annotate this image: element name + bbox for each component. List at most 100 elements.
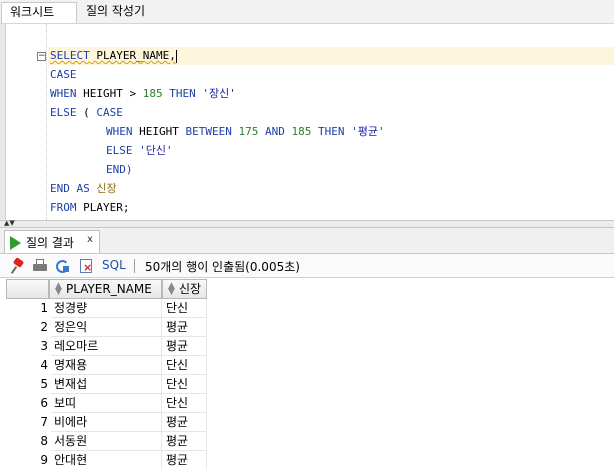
code-line-6: ELSE '단신' <box>106 142 173 160</box>
editor-gutter <box>0 24 6 220</box>
code-keyword: WHEN <box>50 87 77 100</box>
refresh-icon[interactable] <box>55 258 71 274</box>
tab-worksheet[interactable]: 워크시트 <box>1 2 77 23</box>
panel-splitter[interactable] <box>0 220 614 228</box>
code-line-4: ELSE ( CASE <box>50 104 123 122</box>
table-row[interactable]: 8 서동원 평균 <box>6 432 207 451</box>
sort-icon[interactable]: ▲ ▼ <box>168 282 175 297</box>
code-number: 175 <box>231 125 265 138</box>
result-tab-bar: 질의 결과 x <box>0 228 614 254</box>
code-keyword: CASE <box>50 68 77 81</box>
cell-height[interactable]: 단신 <box>162 394 207 413</box>
code-text: HEIGHT <box>132 125 186 138</box>
row-number: 6 <box>40 396 48 410</box>
code-line-8: END AS 신장 <box>50 180 117 198</box>
code-line-1: SELECT PLAYER_NAME, <box>50 47 177 65</box>
row-number: 8 <box>40 434 48 448</box>
run-icon <box>10 236 21 250</box>
close-tab-button[interactable]: x <box>87 234 93 245</box>
row-number: 4 <box>40 358 48 372</box>
cell-player-name[interactable]: 레오마르 <box>51 337 162 356</box>
code-keyword: CASE <box>96 106 123 119</box>
cell-height[interactable]: 평균 <box>162 318 207 337</box>
editor-tab-bar: 워크시트 질의 작성기 <box>0 0 614 24</box>
row-number: 9 <box>40 453 48 467</box>
code-keyword: THEN <box>162 87 203 100</box>
cell-player-name[interactable]: 보띠 <box>51 394 162 413</box>
cell-player-name[interactable]: 명재용 <box>51 356 162 375</box>
sort-icon[interactable]: ▲ ▼ <box>55 282 62 297</box>
code-line-5: WHEN HEIGHT BETWEEN 175 AND 185 THEN '평균… <box>106 123 385 141</box>
column-header-label: PLAYER_NAME <box>66 282 152 296</box>
code-line-3: WHEN HEIGHT > 185 THEN '장신' <box>50 85 236 103</box>
code-text: HEIGHT > <box>76 87 143 100</box>
print-icon[interactable] <box>32 258 48 274</box>
code-string: '단신' <box>132 144 173 157</box>
code-line-2: CASE <box>50 66 77 84</box>
code-keyword: WHEN <box>106 125 133 138</box>
code-text: ( <box>76 106 97 119</box>
collapse-icon[interactable]: − <box>37 52 46 61</box>
table-row[interactable]: 2 정은익 평균 <box>6 318 207 337</box>
code-string: '장신' <box>202 87 236 100</box>
row-number: 5 <box>40 377 48 391</box>
cell-player-name[interactable]: 비에라 <box>51 413 162 432</box>
cell-player-name[interactable]: 변재섭 <box>51 375 162 394</box>
column-header-height[interactable]: ▲ ▼ 신장 <box>162 279 207 299</box>
cell-height[interactable]: 평균 <box>162 451 207 469</box>
code-line-7: END) <box>106 161 133 179</box>
tab-query-builder[interactable]: 질의 작성기 <box>78 2 153 23</box>
result-toolbar: × SQL 50개의 행이 인출됨(0.005초) <box>0 254 614 278</box>
code-string: '평균' <box>344 125 385 138</box>
code-alias: 신장 <box>89 182 117 195</box>
result-grid[interactable]: ▲ ▼ PLAYER_NAME ▲ ▼ 신장 1 정경량 단신 2 정은익 평균 3 레오마르… <box>0 278 614 469</box>
table-row[interactable]: 9 안대현 평균 <box>6 451 207 469</box>
cell-player-name[interactable]: 정은익 <box>51 318 162 337</box>
table-row[interactable]: 5 변재섭 단신 <box>6 375 207 394</box>
code-keyword: AND <box>264 125 285 138</box>
code-keyword: END <box>50 182 70 195</box>
code-text: PLAYER; <box>76 201 130 214</box>
table-row[interactable]: 6 보띠 단신 <box>6 394 207 413</box>
cell-height[interactable]: 평균 <box>162 413 207 432</box>
cell-height[interactable]: 단신 <box>162 375 207 394</box>
cell-player-name[interactable]: 정경량 <box>51 299 162 318</box>
table-row[interactable]: 1 정경량 단신 <box>6 299 207 318</box>
sql-editor[interactable]: − SELECT PLAYER_NAME, CASE WHEN HEIGHT >… <box>0 24 614 220</box>
row-number: 7 <box>40 415 48 429</box>
code-keyword: FROM <box>50 201 77 214</box>
code-keyword: ELSE <box>50 106 77 119</box>
code-line-9: FROM PLAYER; <box>50 199 129 217</box>
cell-height[interactable]: 단신 <box>162 299 207 318</box>
code-keyword: END) <box>106 163 133 176</box>
splitter-arrows-icon[interactable]: ▲▼ <box>4 220 15 227</box>
code-number: 185 <box>284 125 318 138</box>
table-row[interactable]: 7 비에라 평균 <box>6 413 207 432</box>
column-header-label: 신장 <box>179 282 202 296</box>
code-number: 185 <box>142 87 163 100</box>
fetch-status: 50개의 행이 인출됨(0.005초) <box>145 260 300 274</box>
tab-query-result[interactable]: 질의 결과 x <box>4 230 100 253</box>
text-caret <box>175 49 177 63</box>
pin-icon[interactable] <box>10 257 26 274</box>
row-number: 1 <box>40 301 48 315</box>
column-header-player-name[interactable]: ▲ ▼ PLAYER_NAME <box>49 279 162 299</box>
export-icon[interactable]: × <box>78 258 94 274</box>
table-row[interactable]: 4 명재용 단신 <box>6 356 207 375</box>
toolbar-divider <box>134 259 135 273</box>
cell-player-name[interactable]: 안대현 <box>51 451 162 469</box>
code-keyword: AS <box>69 182 90 195</box>
row-number-header <box>6 279 49 299</box>
tab-query-result-label: 질의 결과 <box>26 236 74 250</box>
code-keyword: THEN <box>317 125 345 138</box>
row-number: 2 <box>40 320 48 334</box>
table-row[interactable]: 3 레오마르 평균 <box>6 337 207 356</box>
cell-height[interactable]: 단신 <box>162 356 207 375</box>
sql-button[interactable]: SQL <box>102 258 126 272</box>
code-keyword: BETWEEN <box>185 125 232 138</box>
cell-height[interactable]: 평균 <box>162 337 207 356</box>
code-keyword: ELSE <box>106 144 133 157</box>
code-keyword: SELECT <box>50 49 90 62</box>
cell-height[interactable]: 평균 <box>162 432 207 451</box>
cell-player-name[interactable]: 서동원 <box>51 432 162 451</box>
